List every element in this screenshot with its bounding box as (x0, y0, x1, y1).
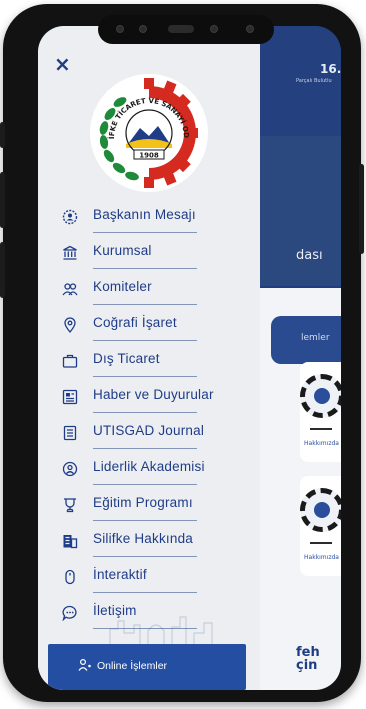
menu-item-cografi-isaret[interactable]: Coğrafi İşaret (62, 314, 248, 350)
menu-item-label: Haber ve Duyurular (93, 387, 214, 402)
background-title-fragment: dası (296, 248, 323, 263)
menu-item-egitim-programi[interactable]: Eğitim Programı (62, 494, 248, 530)
divider (93, 592, 197, 593)
phone-notch (98, 15, 274, 44)
logo-emblem-icon: SİLİFKE TİCARET VE SANAYİ ODASI 1908 (90, 74, 198, 188)
phone-frame: 16.C Parçalı Bulutlu dası lemler Hakkımı… (0, 4, 364, 702)
divider (93, 268, 197, 269)
divider (93, 520, 197, 521)
power-button (359, 164, 364, 254)
drawer-menu: Başkanın Mesajı Kurumsal Komiteler Coğra… (62, 206, 248, 638)
menu-item-interaktif[interactable]: İnteraktif (62, 566, 248, 602)
menu-item-baskanin-mesaji[interactable]: Başkanın Mesajı (62, 206, 248, 242)
speaker-grille (168, 25, 194, 33)
bottom-fragment-2: çin (296, 658, 318, 673)
card-label: Hakkımızda (304, 440, 339, 447)
divider (93, 304, 197, 305)
menu-item-liderlik-akademisi[interactable]: Liderlik Akademisi (62, 458, 248, 494)
temperature-text: 16.C (320, 62, 341, 76)
menu-item-label: Komiteler (93, 279, 152, 294)
menu-item-label: Coğrafi İşaret (93, 315, 177, 330)
chamber-logo: SİLİFKE TİCARET VE SANAYİ ODASI 1908 (90, 74, 208, 192)
bank-icon (63, 245, 77, 260)
background-photo (258, 136, 341, 286)
divider (93, 340, 197, 341)
mouse-icon (65, 569, 75, 585)
divider (93, 232, 197, 233)
person-gear-icon (62, 209, 78, 225)
trophy-icon (64, 498, 76, 513)
volume-down-button (0, 242, 5, 298)
menu-item-label: Dış Ticaret (93, 351, 160, 366)
divider (310, 542, 332, 544)
menu-item-label: Kurumsal (93, 243, 152, 258)
background-card[interactable]: Hakkımızda (300, 362, 341, 462)
list-document-icon (63, 425, 77, 441)
menu-item-label: Eğitim Programı (93, 495, 193, 510)
menu-item-utisgad-journal[interactable]: UTISGAD Journal (62, 422, 248, 458)
logo-year: 1908 (139, 152, 159, 160)
online-islemler-label: Online İşlemler (97, 660, 168, 672)
sensor-dot (139, 25, 147, 33)
user-circle-icon (62, 461, 78, 477)
navigation-drawer: × İFKE TİCARET VE SANAYİ OD 1908 Başkanı… (38, 26, 260, 690)
chat-icon (62, 605, 77, 621)
sensor-dot (116, 25, 124, 33)
menu-item-label: Başkanın Mesajı (93, 207, 196, 222)
card-label: Hakkımızda (304, 554, 339, 561)
menu-item-label: Liderlik Akademisi (93, 459, 205, 474)
weather-subtitle: Parçalı Bulutlu (296, 78, 332, 84)
divider (93, 556, 197, 557)
close-icon[interactable]: × (54, 54, 71, 74)
newspaper-icon (62, 389, 78, 405)
menu-item-haber-ve-duyurular[interactable]: Haber ve Duyurular (62, 386, 248, 422)
camera-dot (246, 25, 254, 33)
menu-item-silifke-hakkinda[interactable]: Silifke Hakkında (62, 530, 248, 566)
app-screen: 16.C Parçalı Bulutlu dası lemler Hakkımı… (38, 26, 341, 690)
mute-switch (0, 122, 5, 148)
menu-item-dis-ticaret[interactable]: Dış Ticaret (62, 350, 248, 386)
gear-logo-icon (300, 374, 341, 418)
background-bottom-text: feh çin (296, 646, 320, 672)
menu-item-label: İnteraktif (93, 567, 147, 582)
gear-logo-icon (300, 488, 341, 532)
sensor-dot (210, 25, 218, 33)
divider (93, 376, 197, 377)
menu-item-kurumsal[interactable]: Kurumsal (62, 242, 248, 278)
online-islemler-button[interactable]: Online İşlemler (48, 644, 246, 690)
user-add-icon (78, 658, 91, 671)
background-button-label: lemler (301, 333, 330, 343)
menu-item-label: UTISGAD Journal (93, 423, 205, 438)
background-button[interactable]: lemler (271, 316, 341, 364)
background-card[interactable]: Hakkımızda (300, 476, 341, 576)
menu-item-komiteler[interactable]: Komiteler (62, 278, 248, 314)
menu-item-label: Silifke Hakkında (93, 531, 193, 546)
city-skyline-watermark-icon (109, 616, 213, 645)
divider (93, 412, 197, 413)
divider (310, 428, 332, 430)
building-icon (63, 535, 78, 549)
divider (93, 484, 197, 485)
volume-up-button (0, 172, 5, 228)
briefcase-icon (62, 354, 78, 368)
location-pin-icon (64, 317, 76, 333)
people-icon (62, 283, 78, 296)
divider (93, 448, 197, 449)
